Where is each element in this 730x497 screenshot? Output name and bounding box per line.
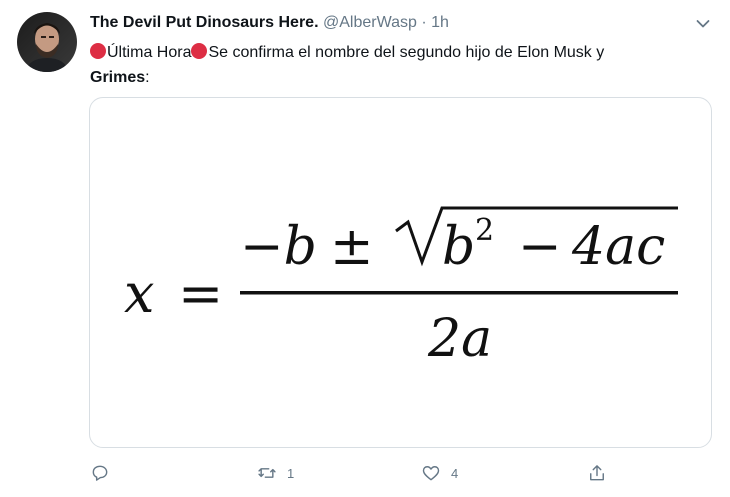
reply-button[interactable] bbox=[90, 458, 110, 488]
tweet-time[interactable]: 1h bbox=[431, 14, 449, 31]
formula-equals: = bbox=[178, 262, 223, 325]
red-circle-icon bbox=[90, 43, 106, 59]
formula-b: b bbox=[442, 217, 475, 277]
formula-squared: 2 bbox=[475, 213, 494, 248]
tweet-text-suffix: : bbox=[145, 69, 150, 86]
share-icon bbox=[590, 465, 604, 481]
separator-dot: · bbox=[421, 14, 427, 31]
formula-four-ac: 4ac bbox=[571, 217, 665, 277]
formula-minus-b: −b bbox=[240, 217, 317, 277]
author-handle[interactable]: @AlberWasp bbox=[323, 14, 417, 31]
like-count: 4 bbox=[451, 465, 459, 481]
formula-minus: − bbox=[518, 217, 562, 277]
formula-x: x bbox=[124, 262, 154, 325]
quadratic-formula-image: x = −b ± b 2 − 4ac 2a bbox=[124, 206, 678, 369]
tweet-actions: 1 4 bbox=[90, 458, 710, 488]
author-name[interactable]: The Devil Put Dinosaurs Here. bbox=[90, 14, 319, 31]
retweet-button[interactable]: 1 bbox=[257, 458, 294, 488]
retweet-count: 1 bbox=[287, 465, 295, 481]
formula-plus-minus: ± bbox=[330, 217, 374, 277]
tweet-header: The Devil Put Dinosaurs Here. @AlberWasp… bbox=[90, 13, 449, 33]
tweet-text-prefix: Última Hora bbox=[107, 44, 192, 61]
heart-icon bbox=[422, 466, 440, 481]
share-button[interactable] bbox=[587, 458, 607, 488]
red-circle-icon bbox=[191, 43, 208, 59]
tweet-text-bold: Grimes bbox=[90, 69, 146, 86]
tweet-media[interactable]: x = −b ± b 2 − 4ac 2a bbox=[89, 97, 712, 448]
fraction-bar bbox=[240, 291, 678, 295]
tweet-text-body: Se confirma el nombre del segundo hijo d… bbox=[208, 44, 605, 61]
reply-icon bbox=[92, 465, 108, 481]
tweet-text: Última Hora Se confirma el nombre del seg… bbox=[90, 40, 705, 90]
retweet-icon bbox=[258, 468, 276, 478]
formula-denominator: 2a bbox=[427, 309, 492, 369]
chevron-down-icon bbox=[696, 20, 710, 28]
like-button[interactable]: 4 bbox=[421, 458, 458, 488]
more-options-button[interactable] bbox=[691, 12, 715, 36]
avatar[interactable] bbox=[17, 12, 77, 72]
avatar-image bbox=[17, 12, 77, 72]
